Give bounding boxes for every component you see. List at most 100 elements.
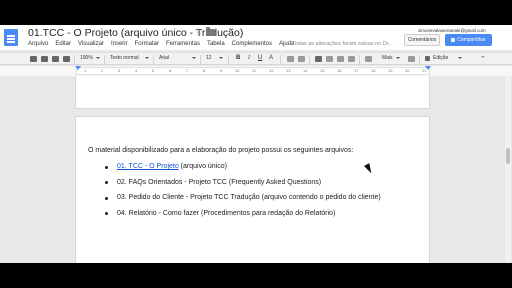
font-dropdown-icon[interactable] (192, 57, 196, 59)
ruler-number: 20 (405, 68, 410, 73)
underline-icon[interactable]: U (258, 55, 262, 61)
list-item-text: 04. Relatório - Como fazer (Procedimento… (117, 209, 336, 217)
toolbar-divider (309, 55, 310, 64)
paint-format-icon[interactable] (63, 56, 70, 62)
save-status[interactable]: Todas as alterações foram salvas no Dr..… (292, 41, 393, 47)
list-item-text: 02. FAQs Orientados - Projeto TCC (Frequ… (117, 178, 322, 186)
more-dropdown-icon[interactable] (396, 57, 400, 59)
editing-mode-select[interactable]: Edição (433, 55, 448, 61)
ruler-number: 3 (118, 68, 121, 73)
menu-editar[interactable]: Editar (55, 41, 71, 49)
align-justify-icon[interactable] (348, 56, 355, 62)
style-select[interactable]: Texto normal (110, 55, 139, 61)
folder-icon[interactable] (206, 27, 215, 36)
toolbar-divider (200, 55, 201, 64)
align-right-icon[interactable] (337, 56, 344, 62)
google-docs-window: 01.TCC - O Projeto (arquivo único - Trad… (0, 25, 512, 263)
menu-arquivo[interactable]: Arquivo (28, 41, 48, 49)
menu-bar: Arquivo Editar Visualizar Inserir Format… (28, 41, 294, 49)
ruler-strip: 1 2 3 4 5 6 7 8 9 10 11 12 13 14 15 16 1… (76, 67, 430, 75)
bold-icon[interactable]: B (236, 55, 240, 61)
previous-page (75, 76, 430, 109)
lock-icon (451, 37, 456, 42)
user-email[interactable]: simonevalasereanale@gmail.com (418, 28, 486, 33)
style-dropdown-icon[interactable] (145, 57, 149, 59)
ruler-number: 7 (186, 68, 189, 73)
list-item-text: (arquivo único) (178, 163, 227, 170)
clear-formatting-icon[interactable] (408, 56, 415, 62)
list-item[interactable]: 02. FAQs Orientados - Projeto TCC (Frequ… (105, 179, 381, 195)
intro-paragraph[interactable]: O material disponibilizado para a elabor… (88, 147, 353, 154)
docs-header: 01.TCC - O Projeto (arquivo único - Trad… (0, 25, 512, 50)
menu-ferramentas[interactable]: Ferramentas (166, 41, 200, 49)
file-list: 01. TCC - O Projeto (arquivo único) 02. … (105, 163, 381, 225)
menu-formatar[interactable]: Formatar (135, 41, 159, 49)
ruler-number: 17 (354, 68, 359, 73)
scrollbar-track[interactable] (505, 76, 511, 263)
comments-button[interactable]: Comentários (404, 34, 440, 46)
docs-logo-icon[interactable] (4, 29, 18, 46)
star-icon[interactable]: ☆ (194, 27, 203, 38)
ruler: 1 2 3 4 5 6 7 8 9 10 11 12 13 14 15 16 1… (0, 66, 512, 76)
toolbar-divider (74, 55, 75, 64)
ruler-number: 13 (286, 68, 291, 73)
edit-pencil-icon[interactable] (425, 56, 430, 61)
print-icon[interactable] (30, 56, 37, 62)
scrollbar-thumb[interactable] (506, 148, 510, 164)
ruler-number: 12 (269, 68, 274, 73)
toolbar-divider (228, 55, 229, 64)
italic-icon[interactable]: I (248, 55, 250, 61)
more-button[interactable]: Mais (382, 55, 393, 61)
line-spacing-icon[interactable] (365, 56, 372, 62)
undo-icon[interactable] (41, 56, 48, 62)
font-select[interactable]: Arial (159, 55, 169, 61)
ruler-number: 5 (152, 68, 155, 73)
ruler-number: 8 (203, 68, 206, 73)
bullet-icon (105, 196, 108, 200)
document-canvas: O material disponibilizado para a elabor… (0, 76, 512, 263)
link-icon[interactable] (287, 56, 294, 62)
share-label: Compartilhar (457, 37, 486, 43)
font-size-select[interactable]: 12 (206, 55, 212, 61)
size-dropdown-icon[interactable] (219, 57, 223, 59)
list-item[interactable]: 04. Relatório - Como fazer (Procedimento… (105, 210, 381, 226)
zoom-dropdown-icon[interactable] (96, 57, 100, 59)
menu-complementos[interactable]: Complementos (232, 41, 272, 49)
bullet-icon (105, 212, 108, 215)
menu-tabela[interactable]: Tabela (207, 41, 225, 49)
redo-icon[interactable] (52, 56, 59, 62)
list-item[interactable]: 01. TCC - O Projeto (arquivo único) (105, 163, 381, 179)
menu-inserir[interactable]: Inserir (111, 41, 128, 49)
list-item[interactable]: 03. Pedido do Cliente - Projeto TCC Trad… (105, 194, 381, 210)
collapse-toolbar-icon[interactable]: ⌃ (480, 55, 486, 63)
toolbar-divider (359, 55, 360, 64)
ruler-number: 1 (84, 68, 87, 73)
bullet-icon (105, 165, 108, 169)
ruler-number: 9 (220, 68, 223, 73)
ruler-number: 4 (135, 68, 138, 73)
align-center-icon[interactable] (326, 56, 333, 62)
align-left-icon[interactable] (315, 56, 322, 62)
document-page[interactable]: O material disponibilizado para a elabor… (75, 116, 430, 263)
toolbar-divider (104, 55, 105, 64)
screen-frame: 01.TCC - O Projeto (arquivo único - Trad… (0, 0, 512, 288)
formatting-toolbar: 100% Texto normal Arial 12 B I U A Mais … (0, 52, 512, 65)
toolbar-divider (280, 55, 281, 64)
ruler-number: 10 (235, 68, 240, 73)
zoom-select[interactable]: 100% (80, 55, 93, 61)
ruler-number: 14 (303, 68, 308, 73)
file-link[interactable]: 01. TCC - O Projeto (117, 163, 179, 170)
ruler-number: 16 (337, 68, 342, 73)
ruler-number: 11 (252, 68, 257, 73)
mode-dropdown-icon[interactable] (458, 57, 462, 59)
share-button[interactable]: Compartilhar (445, 34, 492, 46)
comment-icon[interactable] (298, 56, 305, 62)
toolbar-divider (419, 55, 420, 64)
text-color-icon[interactable]: A (269, 55, 273, 61)
right-indent-marker[interactable] (425, 66, 431, 70)
bullet-icon (105, 181, 108, 184)
ruler-number: 6 (169, 68, 172, 73)
ruler-number: 18 (371, 68, 376, 73)
left-indent-marker[interactable] (75, 66, 81, 70)
menu-visualizar[interactable]: Visualizar (78, 41, 104, 49)
